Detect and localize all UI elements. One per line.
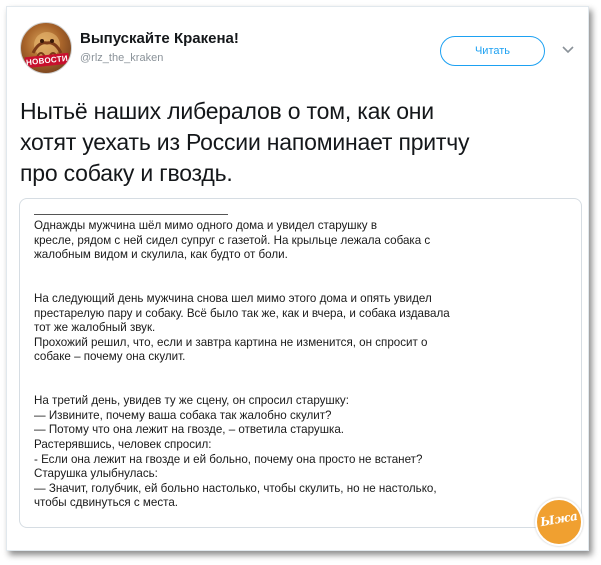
story-line: собаке – почему она скулит. xyxy=(34,350,186,364)
tweet-text: Нытьё наших либералов о том, как они хот… xyxy=(20,96,580,189)
tweet-text-line: Нытьё наших либералов о том, как они xyxy=(20,98,434,124)
story-divider xyxy=(34,214,228,215)
attached-image[interactable]: Однажды мужчина шёл мимо одного дома и у… xyxy=(19,198,582,528)
follow-button[interactable]: Читать xyxy=(440,36,545,66)
story-line: — Потому что она лежит на гвозде, – отве… xyxy=(34,423,345,437)
story-line: Прохожий решил, что, если и завтра карти… xyxy=(34,335,428,349)
watermark-logo: Ыжа xyxy=(535,498,583,546)
tweet-text-line: про собаку и гвоздь. xyxy=(20,160,233,186)
story-line: чтобы сдвинуться с места. xyxy=(34,496,178,510)
story-line: - Если она лежит на гвозде и ей больно, … xyxy=(34,452,423,466)
story-line: кресле, рядом с ней сидел супруг с газет… xyxy=(34,233,431,247)
avatar[interactable]: НОВОСТИ xyxy=(20,22,72,74)
author-name[interactable]: Выпускайте Кракена! xyxy=(80,30,239,47)
story-line: Старушка улыбнулась: xyxy=(34,467,158,481)
tweet-text-line: хотят уехать из России напоминает притчу xyxy=(20,129,470,155)
story-line: Однажды мужчина шёл мимо одного дома и у… xyxy=(34,219,377,232)
story-line: — Извините, почему ваша собака так жалоб… xyxy=(34,408,332,422)
story-line: тот же жалобный звук. xyxy=(34,321,156,335)
story-line: Растерявшись, человек спросил: xyxy=(34,437,212,451)
tweet-header: НОВОСТИ Выпускайте Кракена! @rlz_the_kra… xyxy=(20,22,580,82)
story-line: — Значит, голубчик, ей больно настолько,… xyxy=(34,481,437,495)
story-line: престарелую пару и собаку. Всё было так … xyxy=(34,306,450,320)
chevron-down-icon[interactable] xyxy=(561,44,575,56)
author-handle[interactable]: @rlz_the_kraken xyxy=(80,52,163,64)
story-text: Однажды мужчина шёл мимо одного дома и у… xyxy=(34,219,574,511)
story-line: На третий день, увидев ту же сцену, он с… xyxy=(34,394,349,408)
story-line: На следующий день мужчина снова шел мимо… xyxy=(34,291,432,305)
logo-text: Ыжа xyxy=(539,508,579,530)
story-line: жалобным видом и скулила, как будто от б… xyxy=(34,248,288,262)
